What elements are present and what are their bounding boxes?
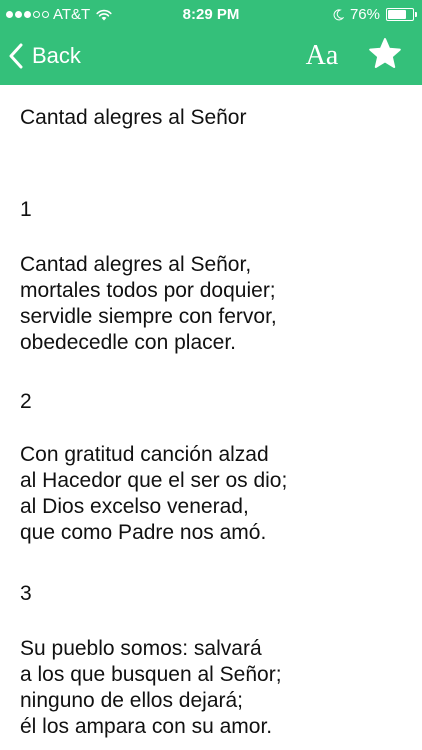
back-button[interactable]: Back (8, 38, 81, 74)
header: AT&T 8:29 PM 76% Back Aa (0, 0, 422, 85)
navigation-bar: Back Aa (0, 30, 422, 85)
battery-tip (415, 12, 417, 17)
verse-number: 1 (20, 198, 32, 221)
verse-line: él los ampara con su amor. (20, 715, 273, 738)
battery-fill (388, 10, 407, 19)
verse-line: al Dios excelso venerad, (20, 495, 249, 518)
verse-text: Cantad alegres al Señor, mortales todos … (20, 252, 277, 356)
font-size-button[interactable]: Aa (302, 38, 342, 74)
verse-text: Su pueblo somos: salvará a los que busqu… (20, 636, 282, 740)
battery-percent: 76% (349, 6, 380, 23)
verse-line: a los que busquen al Señor; (20, 663, 282, 686)
verse-line: Con gratitud canción alzad (20, 443, 269, 466)
back-button-label: Back (32, 43, 81, 68)
verse-line: servidle siempre con fervor, (20, 305, 277, 328)
verse-line: al Hacedor que el ser os dio; (20, 469, 288, 492)
moon-icon (333, 8, 344, 20)
song-title: Cantad alegres al Señor (20, 106, 247, 129)
verse-text: Con gratitud canción alzad al Hacedor qu… (20, 442, 287, 546)
verse-line: que como Padre nos amó. (20, 521, 267, 544)
verse-number: 2 (20, 390, 32, 413)
favorite-star-icon[interactable] (368, 37, 402, 71)
verse-line: ninguno de ellos dejará; (20, 689, 244, 712)
verse-line: mortales todos por doquier; (20, 279, 276, 302)
verse-line: Su pueblo somos: salvará (20, 637, 262, 660)
chevron-left-icon (9, 43, 23, 69)
status-right: 76% (332, 6, 417, 23)
verse-number: 3 (20, 582, 32, 605)
battery-icon (386, 8, 417, 21)
verse-line: Cantad alegres al Señor, (20, 253, 252, 276)
status-bar: AT&T 8:29 PM 76% (0, 0, 422, 30)
verse-line: obedecedle con placer. (20, 331, 236, 354)
